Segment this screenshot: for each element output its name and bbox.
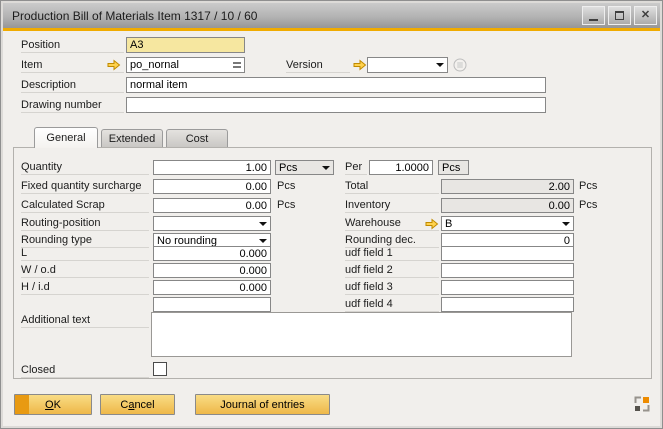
fixed-surcharge-label: Fixed quantity surcharge — [21, 179, 149, 194]
per-field[interactable]: 1.0000 — [369, 160, 433, 175]
version-options-icon — [453, 58, 467, 72]
choose-from-list-icon[interactable] — [233, 62, 241, 68]
cancel-button[interactable]: Cancel — [100, 394, 175, 415]
item-field[interactable]: po_nornal — [126, 57, 245, 73]
titlebar[interactable]: Production Bill of Materials Item 1317 /… — [3, 3, 660, 28]
closed-checkbox[interactable] — [153, 362, 167, 376]
description-field[interactable]: normal item — [126, 77, 546, 93]
description-label: Description — [21, 78, 124, 93]
height-id-field[interactable]: 0.000 — [153, 280, 271, 295]
link-arrow-icon[interactable] — [353, 59, 367, 71]
close-icon: ✕ — [641, 10, 650, 21]
length-label: L — [21, 246, 149, 261]
accent-bar — [3, 28, 660, 31]
total-unit: Pcs — [579, 179, 597, 194]
tab-extended[interactable]: Extended — [101, 129, 163, 148]
width-od-label: W / o.d — [21, 263, 149, 278]
position-field[interactable]: A3 — [126, 37, 245, 53]
minimize-button[interactable] — [582, 6, 605, 25]
closed-label: Closed — [21, 363, 149, 378]
width-od-field[interactable]: 0.000 — [153, 263, 271, 278]
ok-button[interactable]: OK — [14, 394, 92, 415]
calculated-scrap-field[interactable]: 0.00 — [153, 198, 271, 213]
calculated-scrap-label: Calculated Scrap — [21, 198, 149, 213]
additional-text-label: Additional text — [21, 313, 149, 328]
quantity-label: Quantity — [21, 160, 149, 175]
warehouse-dropdown[interactable]: B — [441, 216, 574, 231]
height-id-label: H / i.d — [21, 280, 149, 295]
minimize-icon — [589, 19, 598, 21]
tab-general[interactable]: General — [34, 127, 98, 148]
chevron-down-icon — [259, 222, 267, 230]
link-arrow-icon[interactable] — [425, 218, 439, 230]
udf-field-2-label: udf field 2 — [345, 263, 439, 278]
per-label: Per — [345, 160, 367, 175]
inventory-label: Inventory — [345, 198, 439, 213]
journal-of-entries-button[interactable]: Journal of entries — [195, 394, 330, 415]
per-uom-box: Pcs — [438, 160, 469, 175]
quantity-uom-dropdown[interactable]: Pcs — [275, 160, 334, 175]
udf-field-2[interactable] — [441, 263, 574, 278]
fixed-surcharge-field[interactable]: 0.00 — [153, 179, 271, 194]
quantity-field[interactable]: 1.00 — [153, 160, 271, 175]
close-button[interactable]: ✕ — [634, 6, 657, 25]
extra-dimension-field[interactable] — [153, 297, 271, 312]
length-field[interactable]: 0.000 — [153, 246, 271, 261]
drawing-number-label: Drawing number — [21, 98, 124, 113]
maximize-icon — [615, 11, 624, 20]
link-arrow-icon[interactable] — [107, 59, 121, 71]
window-controls: ✕ — [582, 6, 657, 25]
routing-position-dropdown[interactable] — [153, 216, 271, 231]
udf-field-4-label: udf field 4 — [345, 297, 439, 312]
total-label: Total — [345, 179, 439, 194]
drawing-number-field[interactable] — [126, 97, 546, 113]
inventory-field: 0.00 — [441, 198, 574, 213]
udf-field-3[interactable] — [441, 280, 574, 295]
chevron-down-icon — [562, 222, 570, 230]
window-title: Production Bill of Materials Item 1317 /… — [3, 9, 257, 23]
version-label: Version — [286, 58, 350, 73]
inventory-unit: Pcs — [579, 198, 597, 213]
maximize-button[interactable] — [608, 6, 631, 25]
fixed-surcharge-unit: Pcs — [277, 179, 295, 194]
form-resize-grip-icon[interactable] — [633, 395, 651, 413]
chevron-down-icon — [436, 63, 444, 71]
version-dropdown[interactable] — [367, 57, 448, 73]
bom-item-window: Production Bill of Materials Item 1317 /… — [0, 0, 663, 429]
udf-field-4[interactable] — [441, 297, 574, 312]
chevron-down-icon — [322, 166, 330, 174]
routing-position-label: Routing-position — [21, 216, 149, 231]
additional-text-input[interactable] — [151, 312, 572, 357]
udf-field-1-label: udf field 1 — [345, 246, 439, 261]
calculated-scrap-unit: Pcs — [277, 198, 295, 213]
total-field: 2.00 — [441, 179, 574, 194]
udf-field-1[interactable] — [441, 246, 574, 261]
tab-cost[interactable]: Cost — [166, 129, 228, 148]
position-label: Position — [21, 38, 124, 53]
udf-field-3-label: udf field 3 — [345, 280, 439, 295]
